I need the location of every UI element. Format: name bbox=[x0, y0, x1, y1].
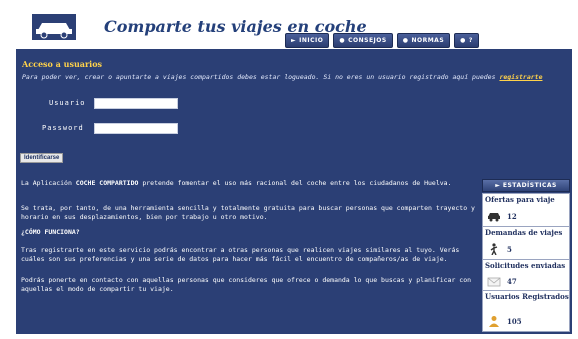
intro-paragraph: La Aplicación COCHE COMPARTIDO pretende … bbox=[21, 179, 477, 188]
login-message: Para poder ver, crear o apuntarte a viaj… bbox=[22, 73, 568, 82]
nav-label: INICIO bbox=[299, 37, 324, 44]
description-paragraph: Se trata, por tanto, de una herramienta … bbox=[21, 204, 475, 221]
login-submit-button[interactable]: Identificarse bbox=[20, 153, 64, 163]
envelope-icon bbox=[487, 277, 501, 287]
stat-value: 5 bbox=[507, 245, 512, 254]
nav-inicio-button[interactable]: ► INICIO bbox=[285, 33, 330, 48]
login-message-text: Para poder ver, crear o apuntarte a viaj… bbox=[22, 73, 496, 81]
info-section: La Aplicación COCHE COMPARTIDO pretende … bbox=[16, 166, 480, 334]
home-icon: ► bbox=[291, 37, 297, 44]
page: Comparte tus viajes en coche ► INICIO ● CO… bbox=[4, 8, 572, 334]
top-nav: ► INICIO ● CONSEJOS ● NORMAS ●? bbox=[285, 33, 479, 48]
hitchhiker-icon bbox=[490, 243, 498, 255]
how-it-works-heading: ¿CÓMO FUNCIONA? bbox=[21, 228, 80, 236]
stat-title: Solicitudes enviadas bbox=[485, 261, 566, 270]
nav-help-button[interactable]: ●? bbox=[454, 33, 479, 48]
username-label: Usuario bbox=[49, 99, 86, 107]
stats-header: ► ESTADÍSTICAS bbox=[482, 179, 570, 192]
car-icon bbox=[488, 213, 500, 222]
login-title: Acceso a usuarios bbox=[22, 59, 103, 69]
app-name: COCHE COMPARTIDO bbox=[75, 179, 139, 187]
register-link[interactable]: registrarte bbox=[499, 73, 542, 81]
stats-header-label: ESTADÍSTICAS bbox=[502, 182, 557, 189]
stat-requests: Demandas de viajes 5 bbox=[482, 226, 570, 260]
intro-text-after: pretende fomentar el uso más racional de… bbox=[142, 179, 452, 187]
nav-label: NORMAS bbox=[411, 37, 445, 44]
username-input[interactable] bbox=[94, 98, 178, 109]
login-panel: Acceso a usuarios Para poder ver, crear … bbox=[16, 49, 572, 166]
bullet-icon: ● bbox=[460, 37, 466, 44]
stat-title: Demandas de viajes bbox=[485, 228, 563, 237]
password-input[interactable] bbox=[94, 123, 178, 134]
stat-title: Usuarios Registrados bbox=[485, 292, 569, 301]
nav-normas-button[interactable]: ● NORMAS bbox=[396, 33, 451, 48]
stat-users: Usuarios Registrados 105 bbox=[482, 290, 570, 332]
bullet-icon: ● bbox=[402, 37, 409, 44]
header: Comparte tus viajes en coche ► INICIO ● CO… bbox=[4, 8, 572, 48]
stat-value: 47 bbox=[507, 277, 517, 286]
intro-text-before: La Aplicación bbox=[21, 179, 72, 187]
stat-offers: Ofertas para viaje 12 bbox=[482, 193, 570, 227]
stat-sent: Solicitudes enviadas 47 bbox=[482, 259, 570, 291]
nav-consejos-button[interactable]: ● CONSEJOS bbox=[333, 33, 393, 48]
stat-value: 12 bbox=[507, 212, 517, 221]
stat-title: Ofertas para viaje bbox=[485, 195, 555, 204]
nav-label: CONSEJOS bbox=[348, 37, 387, 44]
stat-value: 105 bbox=[507, 317, 522, 326]
how-it-works-paragraph: Tras registrarte en este servicio podrás… bbox=[21, 246, 460, 263]
contact-paragraph: Podrás ponerte en contacto con aquellas … bbox=[21, 276, 472, 293]
car-logo-icon bbox=[32, 14, 76, 40]
users-icon bbox=[489, 316, 499, 327]
stats-sidebar: ► ESTADÍSTICAS Ofertas para viaje 12 Dem… bbox=[480, 166, 572, 334]
nav-label: ? bbox=[468, 37, 473, 44]
chart-icon: ► bbox=[495, 182, 503, 189]
password-label: Password bbox=[42, 124, 84, 132]
bullet-icon: ● bbox=[339, 37, 346, 44]
